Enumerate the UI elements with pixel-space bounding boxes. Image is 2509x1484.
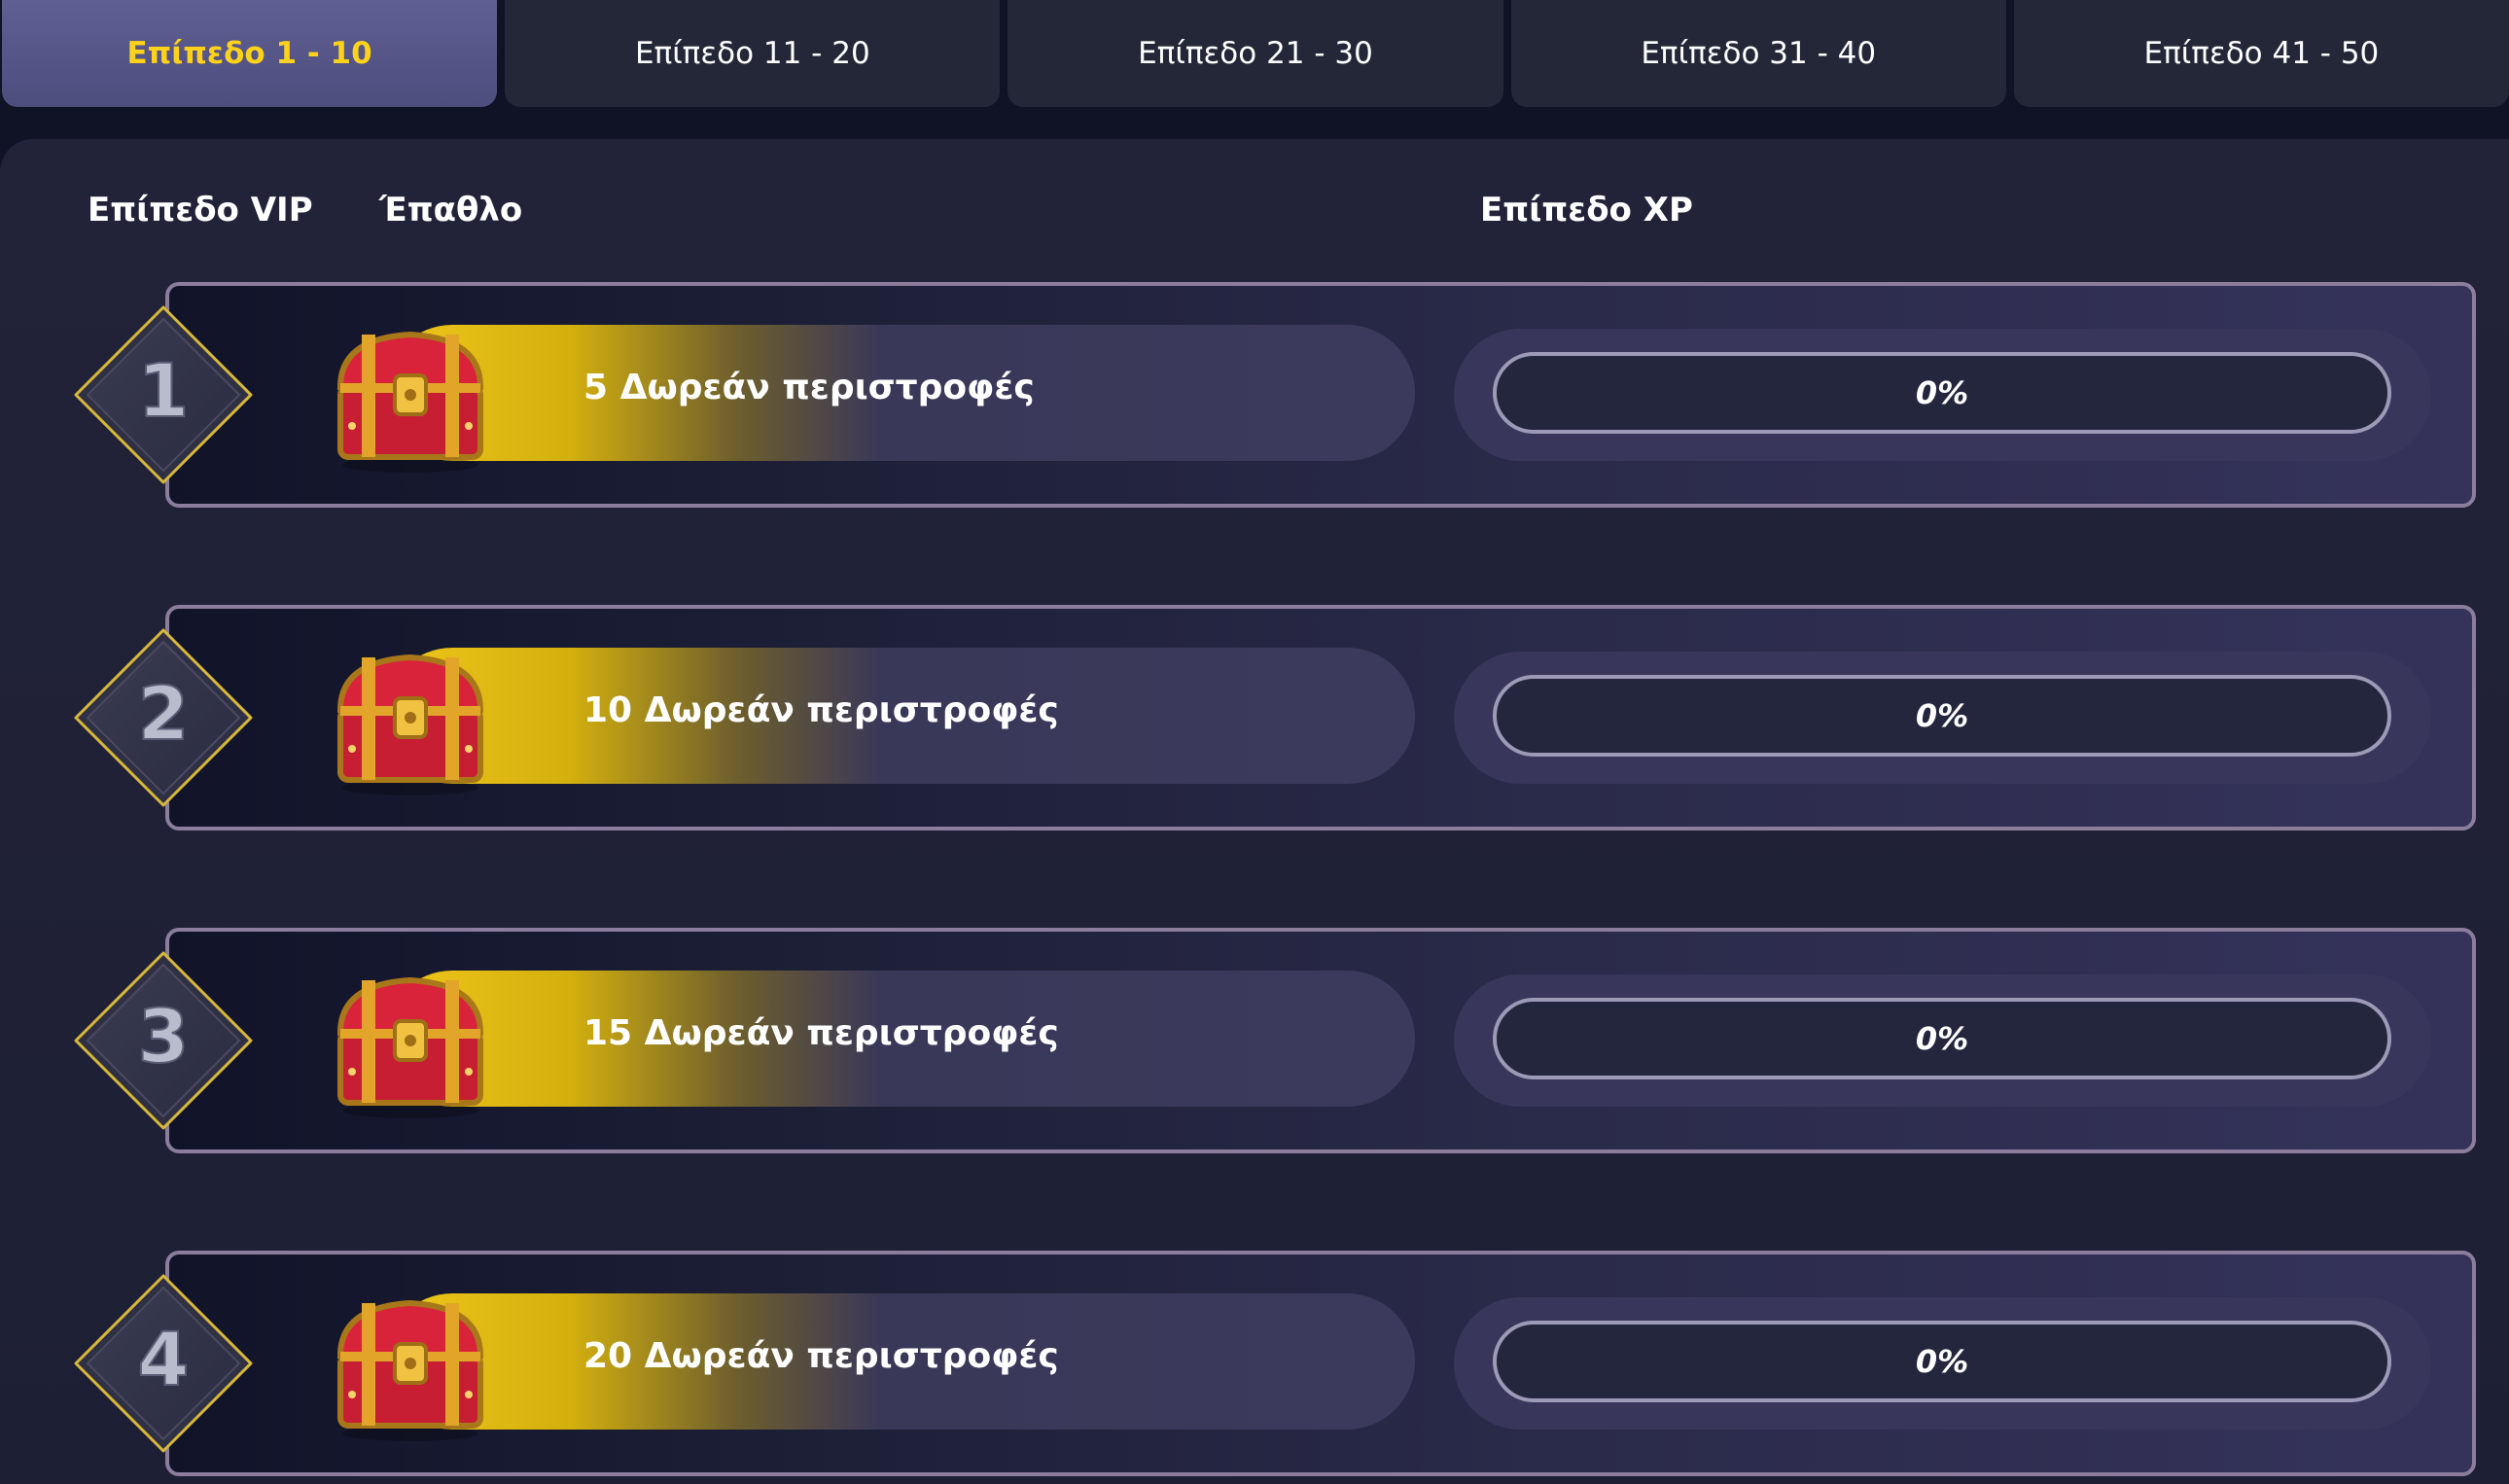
svg-text:4: 4 [138,1316,190,1402]
svg-text:1: 1 [138,347,190,434]
treasure-chest-icon [336,331,484,473]
svg-text:2: 2 [138,670,190,757]
vip-level-row: 1 5 Δωρεάν περιστροφές 0% [0,282,2509,515]
xp-progress-label: 0% [1915,1343,1969,1380]
reward-label: 20 Δωρεάν περιστροφές [583,1336,1059,1376]
diamond-level-badge-icon: 1 [74,305,253,484]
tab-level-41-50[interactable]: Επίπεδο 41 - 50 [2013,0,2509,107]
column-header-reward: Έπαθλο [379,191,523,230]
treasure-chest-icon [336,976,484,1118]
reward-label: 10 Δωρεάν περιστροφές [583,690,1059,730]
diamond-level-badge-icon: 4 [74,1274,253,1453]
vip-level-row: 2 10 Δωρεάν περιστροφές 0% [0,605,2509,838]
tab-level-31-40[interactable]: Επίπεδο 31 - 40 [1510,0,2006,107]
xp-progress-label: 0% [1915,374,1969,411]
diamond-level-badge-icon: 3 [74,951,253,1130]
vip-level-row: 4 20 Δωρεάν περιστροφές 0% [0,1251,2509,1484]
column-header-xp-level: Επίπεδο XP [1480,191,1693,230]
tab-level-21-30[interactable]: Επίπεδο 21 - 30 [1007,0,1503,107]
reward-label: 5 Δωρεάν περιστροφές [583,368,1035,407]
reward-label: 15 Δωρεάν περιστροφές [583,1013,1059,1053]
level-range-tabs: Επίπεδο 1 - 10 Επίπεδο 11 - 20 Επίπεδο 2… [0,0,2509,109]
tab-level-1-10[interactable]: Επίπεδο 1 - 10 [2,0,498,107]
treasure-chest-icon [336,654,484,795]
svg-text:3: 3 [138,993,190,1079]
tab-level-11-20[interactable]: Επίπεδο 11 - 20 [505,0,1001,107]
xp-progress-label: 0% [1915,1020,1969,1057]
xp-progress-label: 0% [1915,697,1969,734]
diamond-level-badge-icon: 2 [74,628,253,807]
treasure-chest-icon [336,1299,484,1441]
column-header-vip-level: Επίπεδο VIP [88,191,313,230]
vip-level-row: 3 15 Δωρεάν περιστροφές 0% [0,928,2509,1161]
